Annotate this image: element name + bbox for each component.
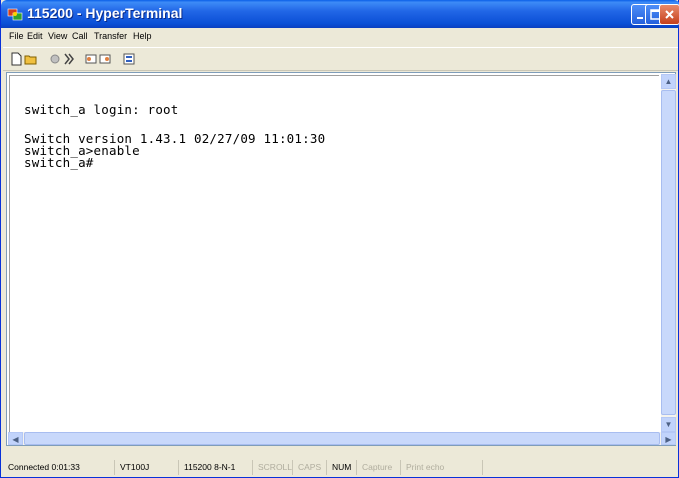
hyperterminal-app-icon[interactable] <box>7 6 23 22</box>
menu-help[interactable]: Help <box>133 31 152 41</box>
scroll-up-button[interactable]: ▲ <box>661 74 676 89</box>
scroll-down-button[interactable]: ▼ <box>661 417 676 432</box>
new-connection-icon[interactable] <box>9 52 23 66</box>
terminal-line: switch_a login: root <box>24 102 179 117</box>
disconnect-icon[interactable] <box>48 52 62 66</box>
status-bar: Connected 0:01:33 VT100J 115200 8-N-1 SC… <box>3 458 678 477</box>
status-emulation: VT100J <box>117 460 179 475</box>
close-button[interactable] <box>659 4 679 25</box>
chevron-up-icon: ▲ <box>664 77 673 86</box>
vertical-scrollbar[interactable]: ▲ ▼ <box>661 74 676 432</box>
terminal-line: switch_a# <box>24 155 94 170</box>
scroll-left-button[interactable]: ◀ <box>8 432 23 445</box>
menu-view[interactable]: View <box>48 31 67 41</box>
horizontal-scrollbar[interactable]: ◀ ▶ <box>8 432 676 445</box>
scroll-right-button[interactable]: ▶ <box>661 432 676 445</box>
title-bar[interactable]: 115200 - HyperTerminal <box>1 0 679 28</box>
close-icon <box>665 10 674 19</box>
terminal-frame: switch_a login: root Switch version 1.43… <box>6 72 676 446</box>
terminal-screen[interactable]: switch_a login: root Switch version 1.43… <box>9 75 659 435</box>
open-icon[interactable] <box>24 52 38 66</box>
status-settings: 115200 8-N-1 <box>181 460 253 475</box>
chevron-down-icon: ▼ <box>664 420 673 429</box>
receive-icon[interactable] <box>98 52 112 66</box>
window-title: 115200 - HyperTerminal <box>27 5 183 21</box>
menu-edit[interactable]: Edit <box>27 31 43 41</box>
toolbar <box>3 47 678 71</box>
menu-bar: File Edit View Call Transfer Help <box>3 28 678 46</box>
menu-file[interactable]: File <box>9 31 24 41</box>
status-print-echo: Print echo <box>403 460 483 475</box>
chevron-right-icon: ▶ <box>665 435 672 444</box>
status-capture: Capture <box>359 460 401 475</box>
status-caps: CAPS <box>295 460 327 475</box>
send-icon[interactable] <box>84 52 98 66</box>
status-connected: Connected 0:01:33 <box>5 460 115 475</box>
chevron-left-icon: ◀ <box>12 435 19 444</box>
hyperterminal-window: 115200 - HyperTerminal File Edit View Ca… <box>0 0 679 478</box>
status-num: NUM <box>329 460 357 475</box>
properties-icon[interactable] <box>122 52 136 66</box>
menu-transfer[interactable]: Transfer <box>94 31 127 41</box>
menu-call[interactable]: Call <box>72 31 88 41</box>
vertical-scroll-thumb[interactable] <box>661 90 676 415</box>
status-scroll: SCROLL <box>255 460 293 475</box>
horizontal-scroll-thumb[interactable] <box>24 432 660 445</box>
call-icon[interactable] <box>62 52 76 66</box>
